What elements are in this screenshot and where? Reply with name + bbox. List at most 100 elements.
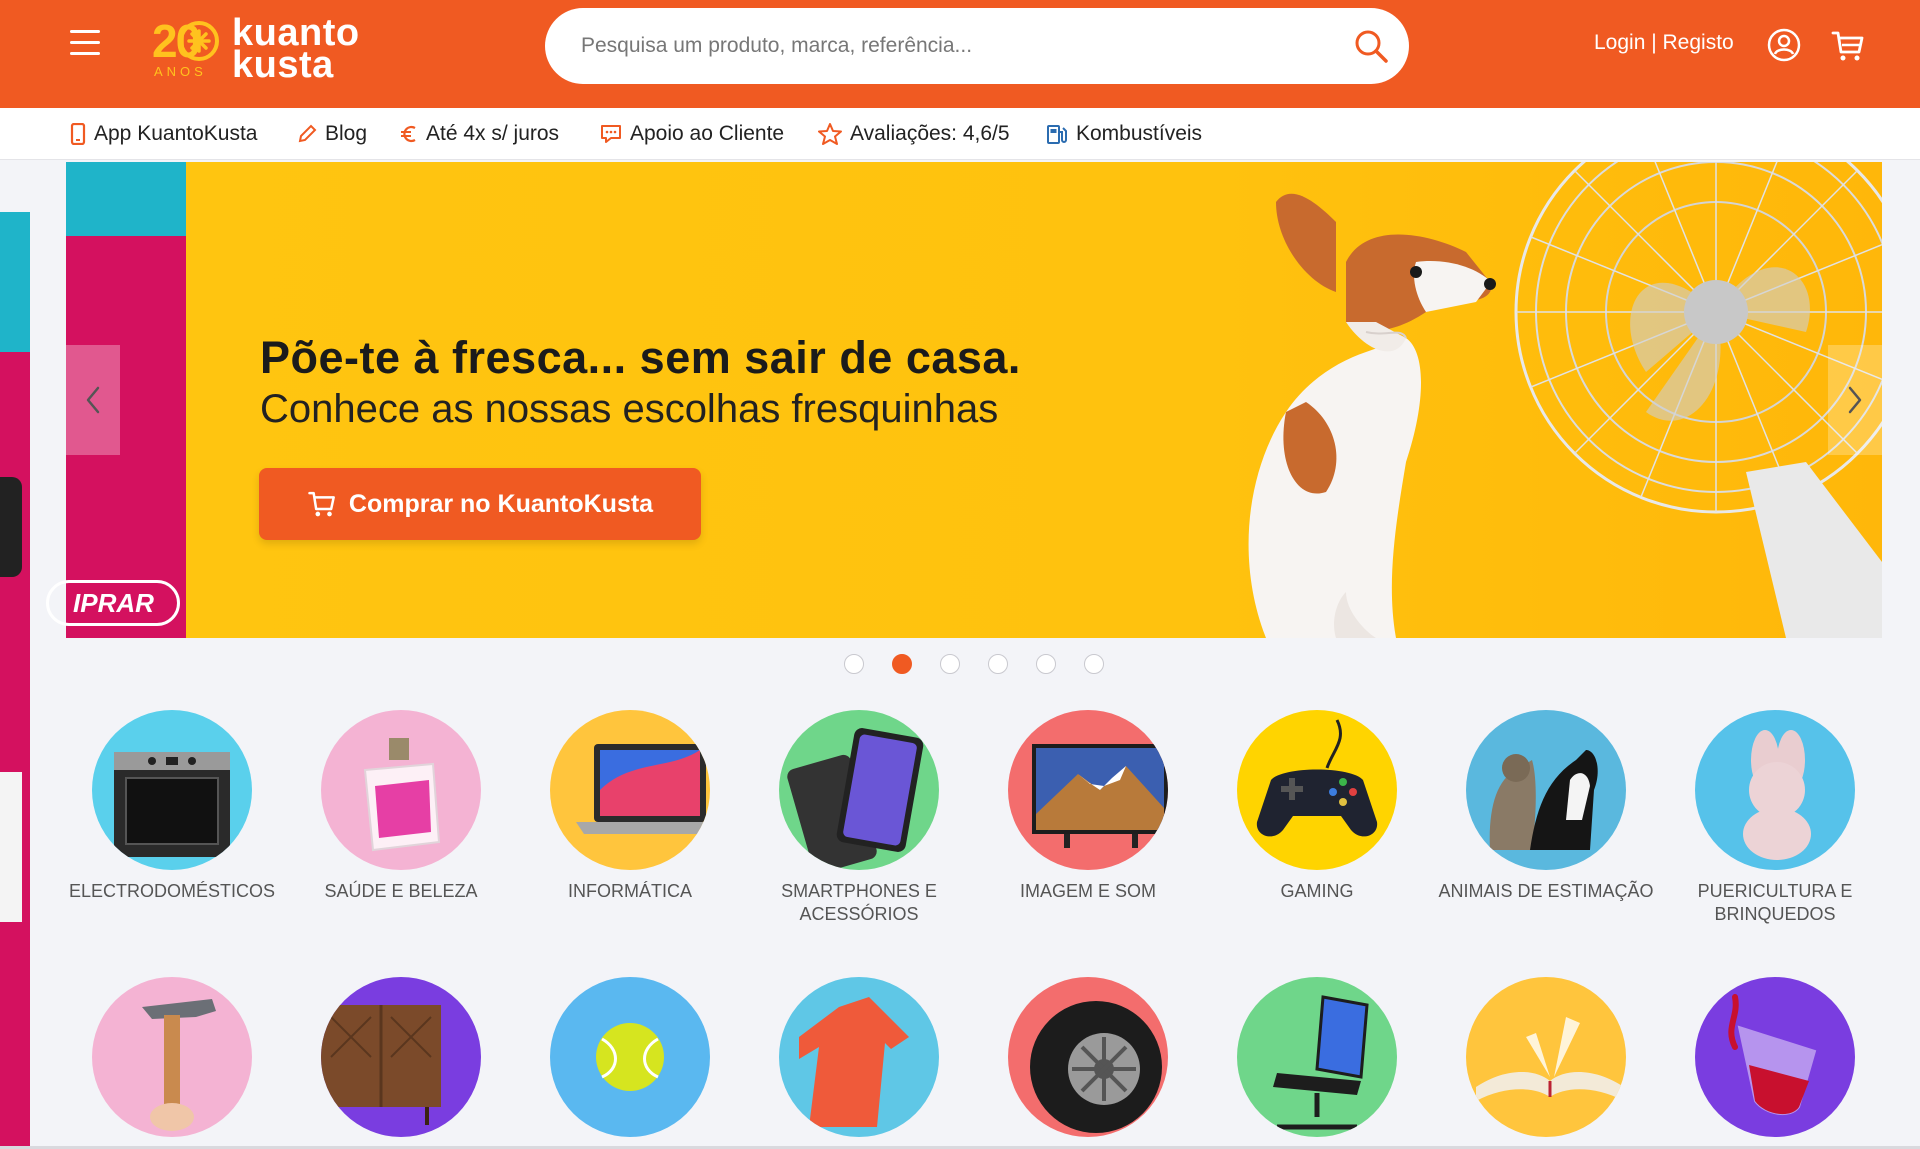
oven-icon [114,752,230,857]
category-office-image [1237,977,1397,1137]
hammer-icon [142,999,216,1131]
category-tools[interactable] [57,977,287,1137]
category-pets-label: ANIMAIS DE ESTIMAÇÃO [1438,881,1654,901]
subnav-reviews-label: Avaliações: 4,6/5 [850,122,1010,145]
user-account-icon[interactable] [1767,28,1801,62]
category-childcare-toys-label: PUERICULTURA E BRINQUEDOS [1697,881,1853,924]
carousel-dot-4[interactable] [988,654,1008,674]
category-gaming[interactable]: GAMING [1202,710,1432,903]
euro-icon [401,125,416,143]
category-fashion[interactable] [744,977,974,1137]
chevron-right-icon [1848,386,1862,414]
perfume-icon [363,738,441,852]
subnav-installments-label: Até 4x s/ juros [426,122,560,145]
subnav-installments-link[interactable]: Até 4x s/ juros [400,122,559,146]
shopping-cart-icon[interactable] [1830,28,1866,64]
tire-icon [1030,1001,1162,1133]
gamepad-icon [1256,719,1378,837]
sideboard-icon [321,1005,441,1125]
category-image-sound-label: IMAGEM E SOM [1019,881,1156,901]
category-health-beauty[interactable]: SAÚDE E BELEZA [286,710,516,903]
category-computing-label: INFORMÁTICA [568,881,692,901]
kuantokusta-logo[interactable]: 20 ANOS kuanto kusta [152,12,382,86]
carousel-prev-button[interactable] [66,345,120,455]
hamburger-menu-icon[interactable] [70,30,100,56]
subnav-fuel-label: Kombustíveis [1076,122,1203,145]
category-image-sound-image [1008,710,1168,870]
category-sports[interactable] [515,977,745,1137]
subnav-blog-label: Blog [325,122,368,145]
carousel-active-slide[interactable]: Põe-te à fresca... sem sair de casa. Con… [186,162,1882,638]
category-image-sound[interactable]: IMAGEM E SOM [973,710,1203,903]
category-appliances-label: ELECTRODOMÉSTICOS [68,881,276,901]
category-furniture[interactable] [286,977,516,1137]
category-appliances[interactable]: ELECTRODOMÉSTICOS [57,710,287,903]
login-register-link[interactable]: Login | Registo [1594,31,1734,55]
subnav-support-label: Apoio ao Cliente [630,122,785,145]
carousel-dot-2[interactable] [892,654,912,674]
chevron-left-icon [86,386,100,414]
category-childcare-toys-image [1695,710,1855,870]
previous-slide-buy-button: IPRAR [46,580,180,626]
subnav-fuel-link[interactable]: Kombustíveis [1046,122,1202,146]
dog-cat-icon [1489,750,1598,850]
cart-icon [308,491,335,517]
category-smartphones[interactable]: SMARTPHONES E ACESSÓRIOS [744,710,974,926]
carousel-dot-6[interactable] [1084,654,1104,674]
category-computing-image [550,710,710,870]
banner-cta-label: Comprar no KuantoKusta [348,489,654,518]
category-auto-image [1008,977,1168,1137]
tennis-ball-icon [596,1023,664,1091]
search-bar [545,8,1409,84]
carousel-far-left-slide-peek [0,212,30,1147]
search-icon[interactable] [1353,28,1389,64]
star-icon [818,123,842,145]
category-computing[interactable]: INFORMÁTICA [515,710,745,903]
subnav-reviews-link[interactable]: Avaliações: 4,6/5 [818,122,1010,146]
category-office[interactable] [1202,977,1432,1137]
subnav-blog-link[interactable]: Blog [297,122,367,146]
category-auto[interactable] [973,977,1203,1137]
top-header: 20 ANOS kuanto kusta Login | Registo [0,0,1920,108]
category-pets[interactable]: ANIMAIS DE ESTIMAÇÃO [1431,710,1661,903]
wine-glass-icon [1728,994,1817,1116]
category-furniture-image [321,977,481,1137]
logo-brand-line2: kusta [232,44,334,86]
search-input[interactable] [581,26,1321,66]
category-tools-image [92,977,252,1137]
category-health-beauty-image [321,710,481,870]
fuel-icon [1047,125,1067,144]
carousel-dot-3[interactable] [940,654,960,674]
category-fashion-image [779,977,939,1137]
television-icon [1032,744,1168,848]
category-sports-image [550,977,710,1137]
carousel-dot-1[interactable] [844,654,864,674]
office-chair-icon [1273,995,1369,1130]
category-gaming-image [1237,710,1397,870]
banner-headline: Põe-te à fresca... sem sair de casa. [260,332,1021,383]
category-food-drinks-image [1695,977,1855,1137]
banner-subheadline: Conhece as nossas escolhas fresquinhas [260,387,999,431]
plush-bunny-icon [1743,730,1811,860]
category-childcare-toys[interactable]: PUERICULTURA E BRINQUEDOS [1660,710,1890,926]
carousel-next-button[interactable] [1828,345,1882,455]
category-pets-image [1466,710,1626,870]
banner-cta-button[interactable]: Comprar no KuantoKusta [259,468,701,540]
category-appliances-image [92,710,252,870]
subnav-support-link[interactable]: Apoio ao Cliente [600,122,784,146]
category-health-beauty-label: SAÚDE E BELEZA [324,881,478,901]
secondary-nav-bar: App KuantoKusta Blog Até 4x s/ juros Apo… [0,108,1920,160]
logo-anos-text: ANOS [154,64,207,79]
phone-icon [70,123,86,145]
category-books[interactable] [1431,977,1661,1137]
smartphone-icon [787,728,924,870]
subnav-app-link[interactable]: App KuantoKusta [70,122,257,146]
category-books-image [1466,977,1626,1137]
pencil-icon [298,124,317,143]
logo-asterisk-icon [179,21,219,61]
subnav-app-label: App KuantoKusta [94,122,258,145]
tshirt-icon [799,997,909,1127]
category-smartphones-label: SMARTPHONES E ACESSÓRIOS [781,881,937,924]
carousel-dot-5[interactable] [1036,654,1056,674]
category-food-drinks[interactable] [1660,977,1890,1137]
